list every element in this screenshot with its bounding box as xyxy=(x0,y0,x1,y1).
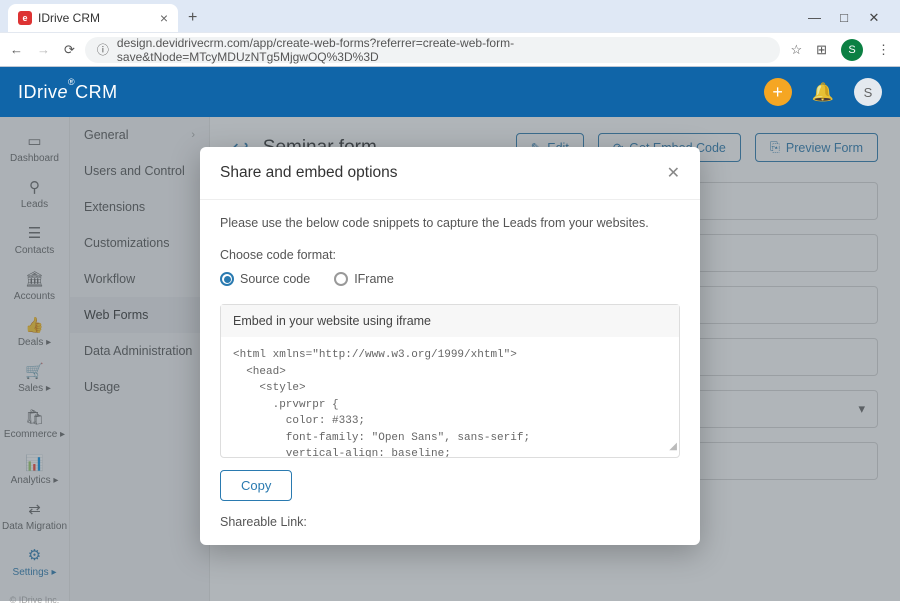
code-format-radios: Source code IFrame xyxy=(220,272,680,286)
close-icon[interactable]: ✕ xyxy=(667,163,680,183)
radio-source-code[interactable]: Source code xyxy=(220,272,310,286)
url-text: design.devidrivecrm.com/app/create-web-f… xyxy=(117,36,769,64)
tab-bar: e IDrive CRM × + — □ ✕ xyxy=(0,0,900,32)
maximize-icon[interactable]: □ xyxy=(838,10,850,26)
copy-button[interactable]: Copy xyxy=(220,470,292,501)
code-textarea[interactable]: <html xmlns="http://www.w3.org/1999/xhtm… xyxy=(221,337,679,457)
minimize-icon[interactable]: — xyxy=(808,10,820,26)
extensions-icon[interactable]: ⊞ xyxy=(816,42,827,58)
resize-handle-icon[interactable]: ◢ xyxy=(669,440,677,455)
browser-tab[interactable]: e IDrive CRM × xyxy=(8,4,178,32)
modal-body: Please use the below code snippets to ca… xyxy=(200,200,700,545)
tab-close-icon[interactable]: × xyxy=(160,10,168,26)
address-bar: ← → ⟳ ⓘ design.devidrivecrm.com/app/crea… xyxy=(0,32,900,66)
new-tab-button[interactable]: + xyxy=(188,9,197,27)
forward-icon[interactable]: → xyxy=(37,42,50,58)
browser-menu-icon[interactable]: ⋮ xyxy=(877,42,890,58)
favicon: e xyxy=(18,11,32,25)
code-box-title: Embed in your website using iframe xyxy=(221,305,679,337)
bookmark-icon[interactable]: ☆ xyxy=(790,42,802,58)
modal-title: Share and embed options xyxy=(220,164,398,182)
shareable-link-label: Shareable Link: xyxy=(220,515,680,529)
radio-icon xyxy=(220,272,234,286)
header-actions: + 🔔 S xyxy=(764,78,882,106)
notifications-icon[interactable]: 🔔 xyxy=(812,82,834,103)
radio-icon xyxy=(334,272,348,286)
modal-head: Share and embed options ✕ xyxy=(200,147,700,200)
avatar[interactable]: S xyxy=(854,78,882,106)
app-shell: ▭Dashboard⚲Leads☰Contacts🏛Accounts👍Deals… xyxy=(0,117,900,601)
back-icon[interactable]: ← xyxy=(10,42,23,58)
url-input[interactable]: ⓘ design.devidrivecrm.com/app/create-web… xyxy=(85,37,781,63)
embed-modal: Share and embed options ✕ Please use the… xyxy=(200,147,700,545)
addr-actions: ☆ ⊞ S ⋮ xyxy=(790,39,890,61)
window-controls: — □ ✕ xyxy=(808,10,892,26)
modal-intro: Please use the below code snippets to ca… xyxy=(220,216,680,230)
brand-logo[interactable]: IDrive®CRM xyxy=(18,82,118,103)
site-info-icon[interactable]: ⓘ xyxy=(97,41,109,58)
code-box: Embed in your website using iframe <html… xyxy=(220,304,680,458)
browser-chrome: e IDrive CRM × + — □ ✕ ← → ⟳ ⓘ design.de… xyxy=(0,0,900,67)
choose-label: Choose code format: xyxy=(220,248,680,262)
radio-iframe[interactable]: IFrame xyxy=(334,272,394,286)
browser-profile[interactable]: S xyxy=(841,39,863,61)
close-window-icon[interactable]: ✕ xyxy=(868,10,880,26)
tab-title: IDrive CRM xyxy=(38,11,100,25)
reload-icon[interactable]: ⟳ xyxy=(64,42,75,58)
nav-arrows: ← → ⟳ xyxy=(10,42,75,58)
add-button[interactable]: + xyxy=(764,78,792,106)
app-header: IDrive®CRM + 🔔 S xyxy=(0,67,900,117)
modal-overlay[interactable]: Share and embed options ✕ Please use the… xyxy=(0,117,900,601)
